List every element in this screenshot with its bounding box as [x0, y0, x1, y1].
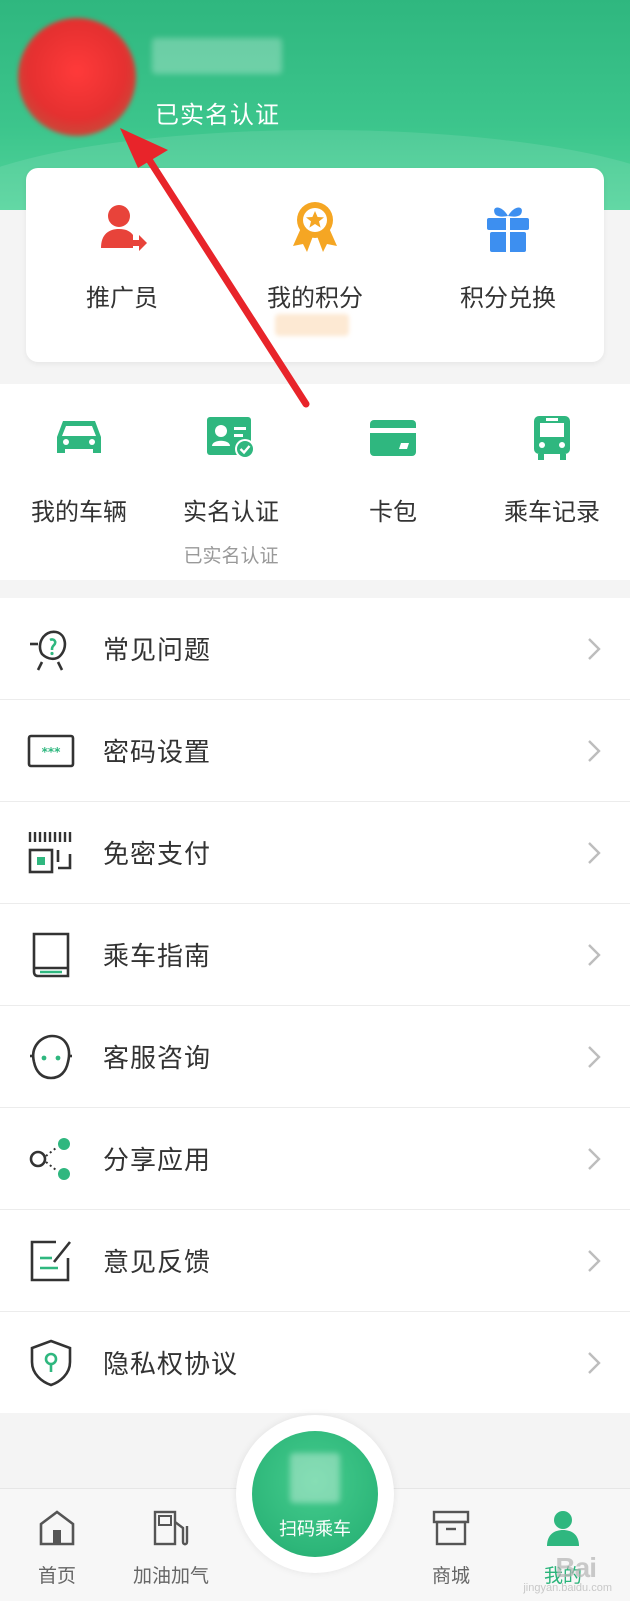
- card-wallet-label: 卡包: [369, 498, 417, 526]
- chevron-right-icon: [588, 1352, 601, 1374]
- real-name-status: 已实名认证: [183, 545, 279, 567]
- tab-home-label: 首页: [37, 1565, 76, 1587]
- menu-label-faq: 常见问题: [103, 636, 212, 666]
- watermark-url: jingyan.baidu.com: [523, 1582, 612, 1594]
- customer-service-icon: [30, 1034, 72, 1080]
- tab-mall-label: 商城: [431, 1565, 470, 1587]
- menu-item-privacy[interactable]: 隐私权协议: [0, 1312, 630, 1413]
- share-icon: [29, 1138, 70, 1180]
- svg-text:***: ***: [42, 745, 62, 759]
- ride-records-entry[interactable]: 乘车记录: [473, 412, 630, 527]
- qr-code-icon: [290, 1453, 340, 1503]
- watermark-logo: Bai: [555, 1552, 597, 1583]
- quick-actions: 我的车辆 实名认证 已实名认证 卡包 乘车记录: [0, 384, 630, 580]
- menu-item-passwordless-pay[interactable]: 免密支付: [0, 802, 630, 904]
- tab-home[interactable]: 首页: [2, 1499, 112, 1588]
- menu-label-share-app: 分享应用: [103, 1146, 212, 1176]
- points-card: 推广员 我的积分 积分兑换: [26, 168, 604, 362]
- my-points-label: 我的积分: [267, 284, 363, 312]
- menu-item-share-app[interactable]: 分享应用: [0, 1108, 630, 1210]
- real-name-entry[interactable]: 实名认证 已实名认证: [152, 412, 310, 568]
- tab-fuel-label: 加油加气: [132, 1565, 209, 1587]
- car-icon: [57, 421, 101, 453]
- promoter-entry[interactable]: 推广员: [26, 190, 218, 313]
- promoter-label: 推广员: [86, 284, 158, 312]
- menu-item-feedback[interactable]: 意见反馈: [0, 1210, 630, 1312]
- id-card-icon: [207, 417, 255, 459]
- menu-item-customer-service[interactable]: 客服咨询: [0, 1006, 630, 1108]
- points-value-redacted: [275, 314, 349, 336]
- privacy-shield-icon: [30, 1339, 72, 1387]
- menu-label-feedback: 意见反馈: [103, 1248, 212, 1278]
- chevron-right-icon: [588, 1148, 601, 1170]
- chevron-right-icon: [588, 638, 601, 660]
- avatar[interactable]: [18, 18, 136, 136]
- chevron-right-icon: [588, 944, 601, 966]
- medal-icon: [293, 202, 337, 252]
- scan-ride-button[interactable]: 扫码乘车: [252, 1431, 378, 1557]
- chevron-right-icon: [588, 842, 601, 864]
- menu-label-privacy: 隐私权协议: [103, 1350, 239, 1380]
- my-vehicle-label: 我的车辆: [31, 498, 127, 526]
- user-icon: [547, 1511, 579, 1546]
- chevron-right-icon: [588, 740, 601, 762]
- barcode-icon: [28, 832, 72, 874]
- card-wallet-entry[interactable]: 卡包: [314, 412, 472, 527]
- menu-label-passwordless-pay: 免密支付: [103, 840, 212, 870]
- chevron-right-icon: [588, 1046, 601, 1068]
- fuel-pump-icon: [153, 1510, 189, 1546]
- home-icon: [39, 1510, 75, 1546]
- password-icon: ***: [27, 734, 75, 768]
- menu-label-password: 密码设置: [103, 738, 212, 768]
- feedback-icon: [30, 1240, 72, 1282]
- guide-book-icon: [32, 932, 70, 978]
- menu-label-customer-service: 客服咨询: [103, 1044, 212, 1074]
- my-vehicle-entry[interactable]: 我的车辆: [0, 412, 158, 527]
- points-exchange-label: 积分兑换: [460, 284, 556, 312]
- settings-menu: 常见问题 *** 密码设置 免密支付 乘车指南 客服咨询 分享应用 意见反馈 隐…: [0, 598, 630, 1413]
- gift-icon: [487, 207, 529, 252]
- menu-label-ride-guide: 乘车指南: [103, 942, 212, 972]
- my-points-entry[interactable]: 我的积分: [219, 190, 411, 313]
- username-redacted: [152, 38, 282, 74]
- real-name-label: 实名认证: [183, 498, 279, 526]
- tab-fuel[interactable]: 加油加气: [116, 1499, 226, 1588]
- points-exchange-entry[interactable]: 积分兑换: [412, 190, 604, 313]
- bus-icon: [534, 416, 570, 460]
- menu-item-faq[interactable]: 常见问题: [0, 598, 630, 700]
- box-icon: [432, 1510, 470, 1546]
- scan-ride-label: 扫码乘车: [279, 1519, 351, 1540]
- menu-item-password[interactable]: *** 密码设置: [0, 700, 630, 802]
- verified-label: 已实名认证: [155, 101, 280, 129]
- card-icon: [370, 420, 416, 456]
- faq-icon: [30, 630, 67, 671]
- promoter-icon: [101, 205, 147, 251]
- tab-mall[interactable]: 商城: [396, 1499, 506, 1588]
- ride-records-label: 乘车记录: [504, 498, 600, 526]
- chevron-right-icon: [588, 1250, 601, 1272]
- menu-item-ride-guide[interactable]: 乘车指南: [0, 904, 630, 1006]
